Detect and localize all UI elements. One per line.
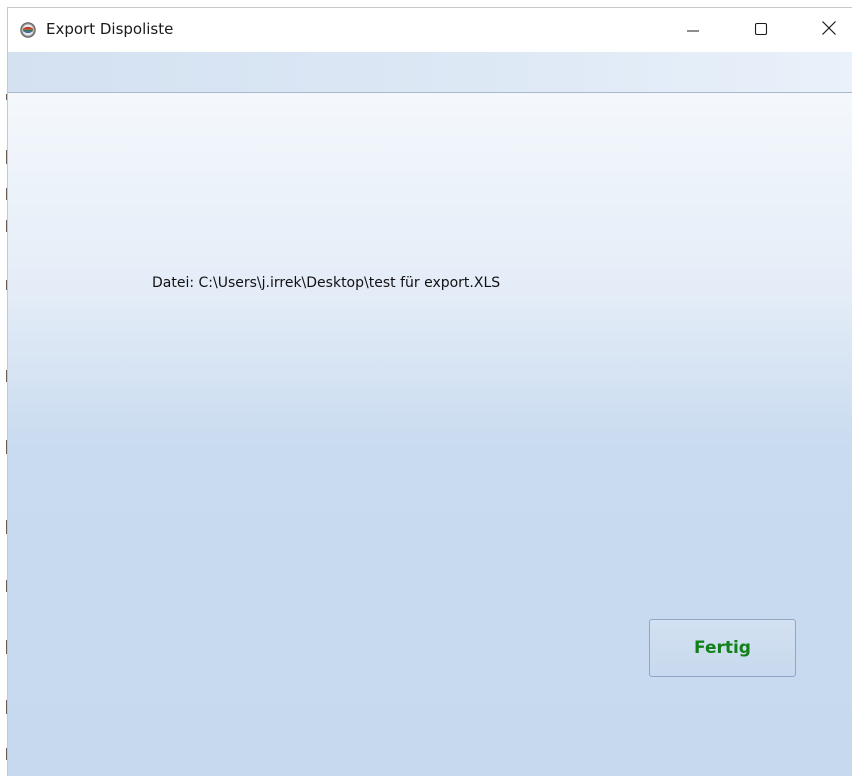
window-title: Export Dispoliste — [46, 20, 174, 38]
close-button[interactable] — [806, 8, 852, 52]
minimize-button[interactable] — [670, 8, 716, 52]
dialog-content: Datei: C:\Users\j.irrek\Desktop\test für… — [8, 93, 852, 776]
maximize-button[interactable] — [738, 8, 784, 52]
toolbar-strip — [8, 52, 852, 93]
background-window-edge — [0, 0, 8, 776]
maximize-icon — [754, 21, 768, 40]
title-bar[interactable]: Export Dispoliste — [8, 8, 852, 52]
file-path-label: Datei: C:\Users\j.irrek\Desktop\test für… — [152, 275, 501, 291]
minimize-icon — [686, 21, 700, 40]
app-logo-icon — [20, 22, 36, 38]
close-icon — [821, 20, 837, 40]
export-dialog-window: Export Dispoliste Datei: C:\Users\j.irre… — [8, 8, 852, 776]
finish-button[interactable]: Fertig — [649, 619, 796, 677]
